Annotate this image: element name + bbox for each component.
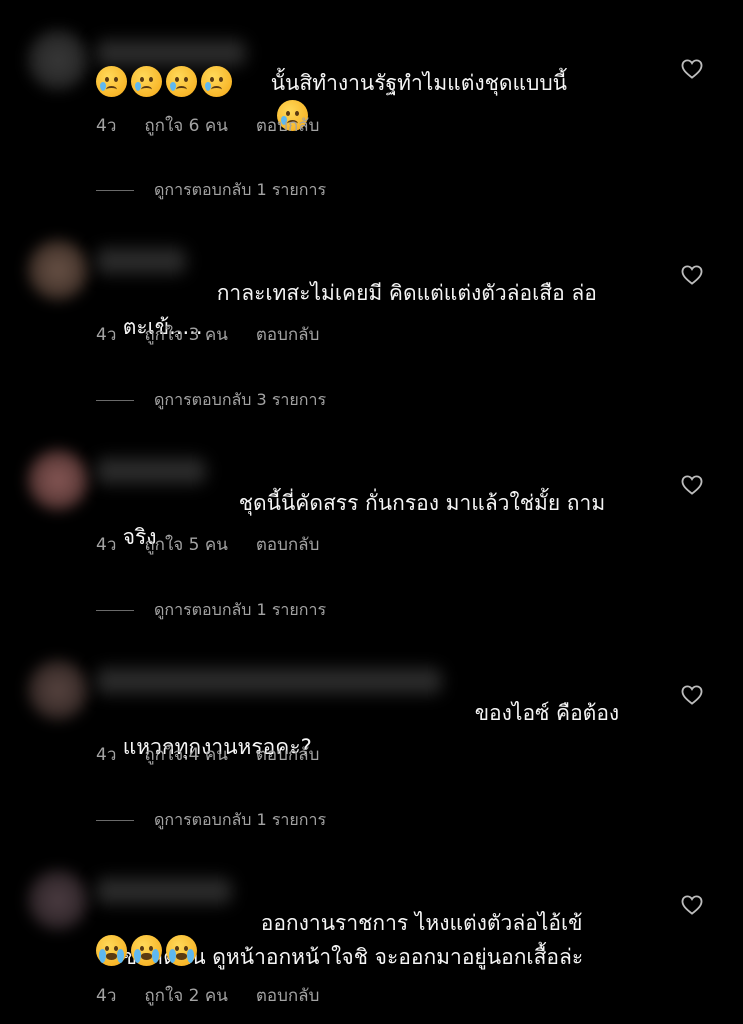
loudly-crying-emoji — [131, 935, 162, 966]
sad-tear-emoji — [201, 66, 232, 97]
timestamp: 4ว — [96, 986, 117, 1006]
heart-outline-icon[interactable] — [681, 895, 703, 915]
reply-button[interactable]: ตอบกลับ — [256, 982, 320, 1009]
timestamp: 4ว — [96, 116, 117, 136]
username-blurred[interactable] — [96, 878, 232, 904]
loudly-crying-emoji — [166, 935, 197, 966]
view-replies-button[interactable]: ดูการตอบกลับ 1 รายการ — [96, 808, 326, 833]
view-replies-button[interactable]: ดูการตอบกลับ 3 รายการ — [96, 388, 326, 413]
view-replies-button[interactable]: ดูการตอบกลับ 1 รายการ — [96, 178, 326, 203]
likes-count[interactable]: ถูกใจ 2 คน — [144, 982, 227, 1009]
timestamp: 4ว — [96, 535, 117, 555]
loudly-crying-emoji — [96, 935, 127, 966]
avatar[interactable] — [28, 870, 88, 930]
view-replies-button[interactable]: ดูการตอบกลับ 1 รายการ — [96, 598, 326, 623]
heart-outline-icon[interactable] — [681, 685, 703, 705]
sad-tear-emoji — [131, 66, 162, 97]
timestamp: 4ว — [96, 745, 117, 765]
comment-meta: 4ว ถูกใจ 2 คน ตอบกลับ — [96, 982, 319, 1009]
divider-line — [96, 610, 134, 611]
reply-button[interactable]: ตอบกลับ — [256, 321, 320, 348]
comment-text: นั้นสิทำงานรัฐทำไมแต่งชุดแบบนี้ — [244, 32, 648, 264]
view-replies-label: ดูการตอบกลับ 1 รายการ — [154, 810, 327, 829]
comment-meta: 4ว ถูกใจ 3 คน ตอบกลับ — [96, 321, 319, 348]
timestamp: 4ว — [96, 325, 117, 345]
avatar[interactable] — [28, 450, 88, 510]
comment-meta: 4ว ถูกใจ 5 คน ตอบกลับ — [96, 531, 319, 558]
reply-button[interactable]: ตอบกลับ — [256, 112, 320, 139]
view-replies-label: ดูการตอบกลับ 1 รายการ — [154, 600, 327, 619]
view-replies-label: ดูการตอบกลับ 3 รายการ — [154, 390, 327, 409]
comment-meta: 4ว ถูกใจ 4 คน ตอบกลับ — [96, 741, 319, 768]
divider-line — [96, 400, 134, 401]
username-blurred[interactable] — [96, 40, 246, 66]
username-blurred[interactable] — [96, 248, 186, 274]
emoji-row — [96, 935, 197, 966]
username-blurred[interactable] — [96, 458, 206, 484]
likes-count[interactable]: ถูกใจ 6 คน — [144, 112, 227, 139]
divider-line — [96, 190, 134, 191]
sad-tear-emoji — [166, 66, 197, 97]
reply-button[interactable]: ตอบกลับ — [256, 531, 320, 558]
reply-button[interactable]: ตอบกลับ — [256, 741, 320, 768]
avatar[interactable] — [28, 660, 88, 720]
emoji-row — [96, 66, 232, 97]
sad-tear-emoji — [96, 66, 127, 97]
avatar[interactable] — [28, 30, 88, 90]
comment-meta: 4ว ถูกใจ 6 คน ตอบกลับ — [96, 112, 319, 139]
heart-outline-icon[interactable] — [681, 475, 703, 495]
view-replies-label: ดูการตอบกลับ 1 รายการ — [154, 180, 327, 199]
heart-outline-icon[interactable] — [681, 265, 703, 285]
divider-line — [96, 820, 134, 821]
likes-count[interactable]: ถูกใจ 4 คน — [144, 741, 227, 768]
comment-text-line: นั้นสิทำงานรัฐทำไมแต่งชุดแบบนี้ — [270, 71, 568, 95]
heart-outline-icon[interactable] — [681, 59, 703, 79]
username-blurred[interactable] — [96, 668, 442, 694]
likes-count[interactable]: ถูกใจ 3 คน — [144, 321, 227, 348]
avatar[interactable] — [28, 240, 88, 300]
likes-count[interactable]: ถูกใจ 5 คน — [144, 531, 227, 558]
